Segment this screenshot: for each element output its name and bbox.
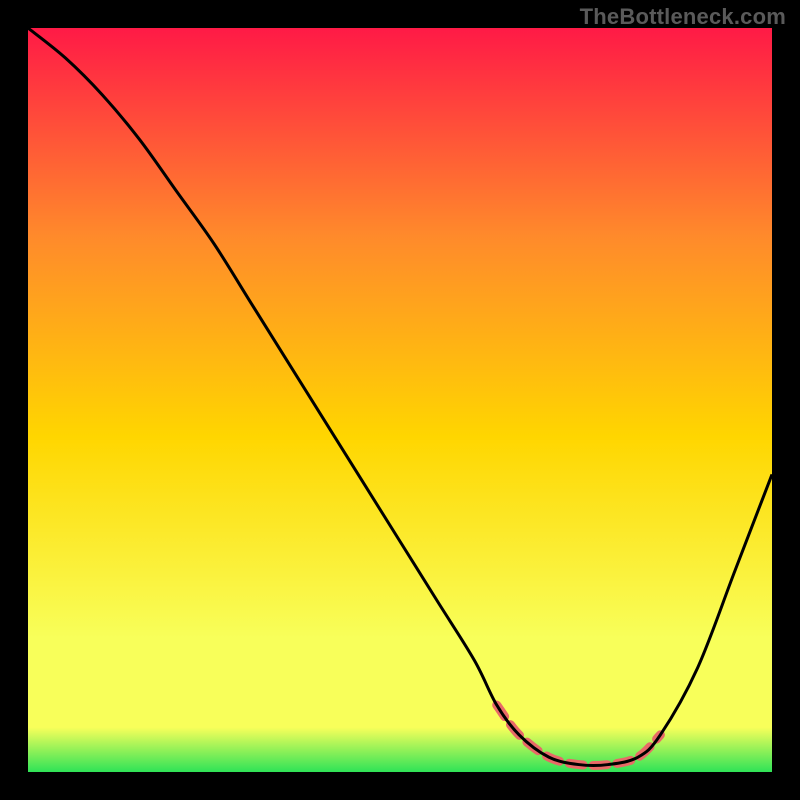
chart-plot <box>28 28 772 772</box>
watermark-text: TheBottleneck.com <box>580 4 786 30</box>
chart-stage: TheBottleneck.com <box>0 0 800 800</box>
chart-svg <box>28 28 772 772</box>
